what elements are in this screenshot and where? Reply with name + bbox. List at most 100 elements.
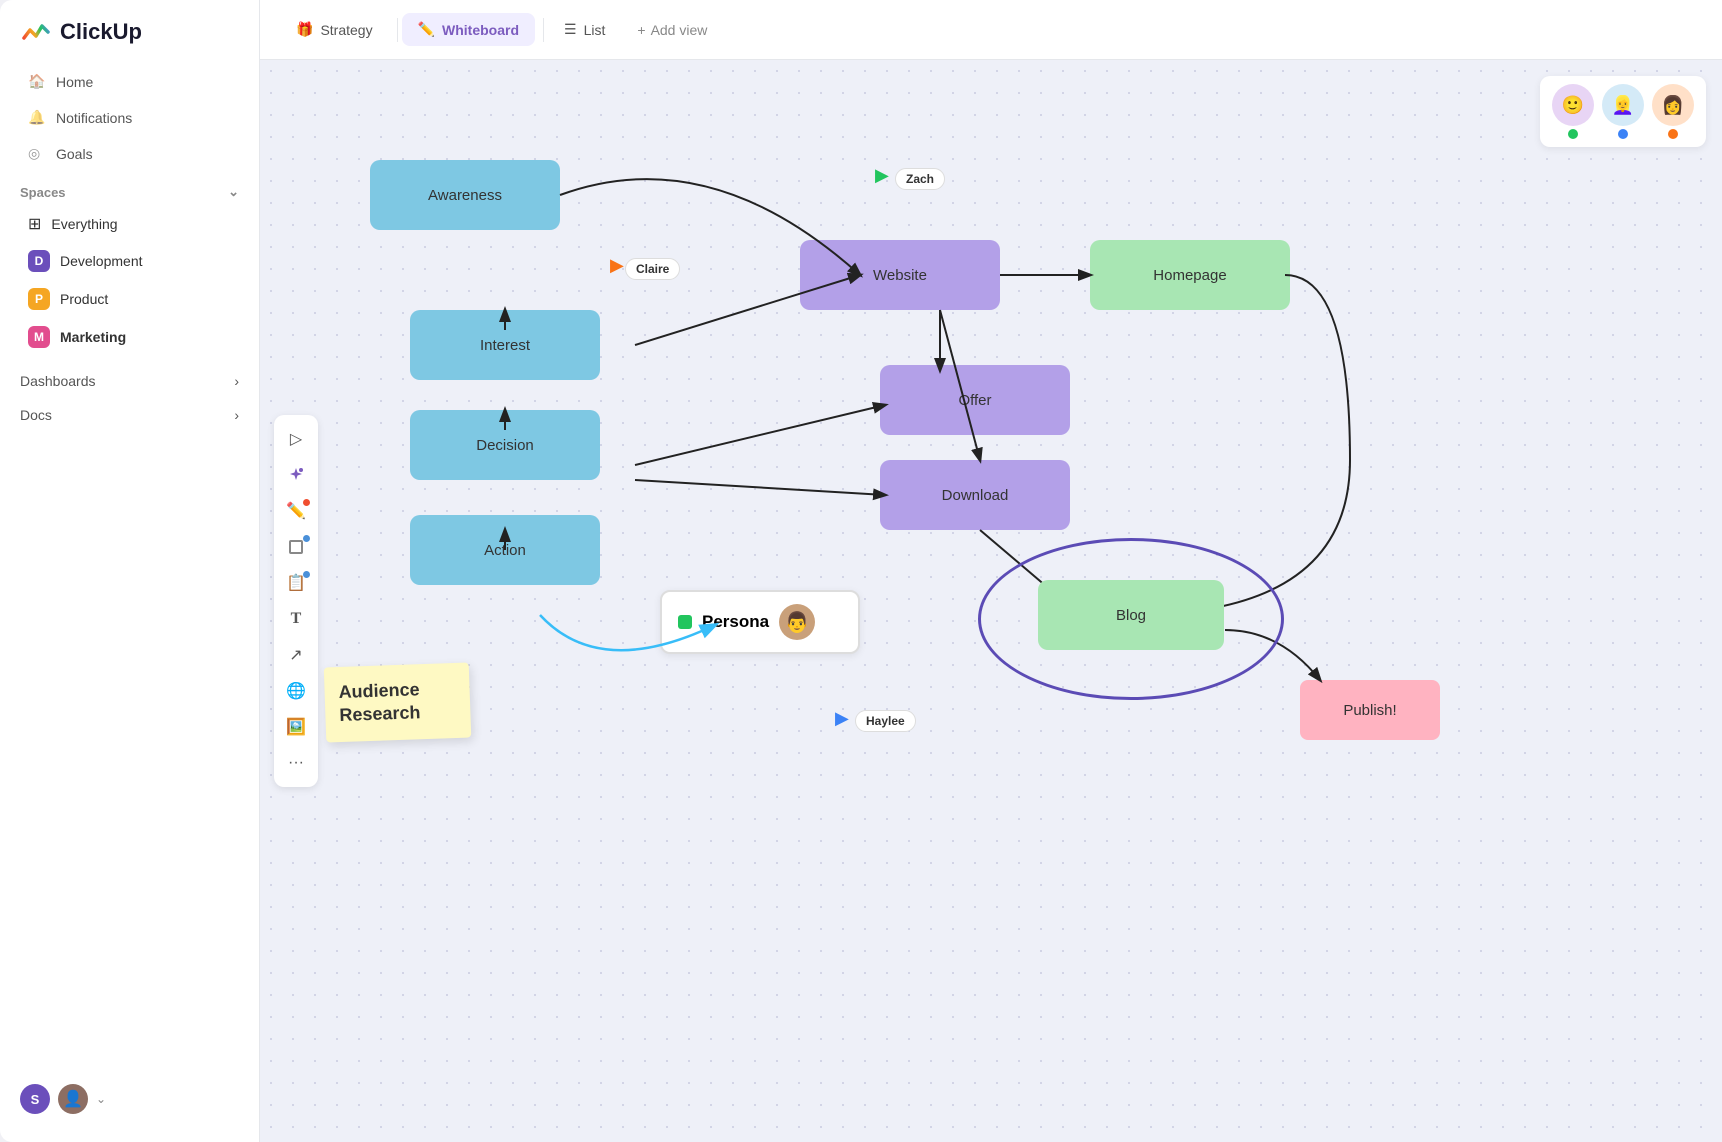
cursor-label-zach: Zach — [895, 168, 945, 190]
haylee-status-dot — [1668, 129, 1678, 139]
cursor-claire: ▶ — [610, 255, 624, 276]
sidebar-item-marketing[interactable]: M Marketing — [8, 318, 251, 356]
tab-strategy[interactable]: 🎁 Strategy — [280, 13, 389, 46]
nav-notifications-label: Notifications — [56, 110, 132, 126]
avatar-haylee: 👩 — [1652, 84, 1694, 139]
node-homepage[interactable]: Homepage — [1090, 240, 1290, 310]
strategy-icon: 🎁 — [296, 21, 313, 38]
magic-tool[interactable] — [280, 459, 312, 491]
sidebar-item-docs[interactable]: Docs › — [8, 398, 251, 432]
pen-tool[interactable]: ✏️ — [280, 495, 312, 527]
tab-whiteboard[interactable]: ✏️ Whiteboard — [402, 13, 535, 46]
whiteboard-canvas[interactable]: ▷ ✏️ 📋 T ↗ 🌐 🖼️ ··· — [260, 60, 1722, 1142]
zach-avatar: 🙂 — [1552, 84, 1594, 126]
sidebar-item-dashboards[interactable]: Dashboards › — [8, 364, 251, 398]
avatars-bar: 🙂 👱‍♀️ 👩 — [1540, 76, 1706, 147]
nav-home-label: Home — [56, 74, 93, 90]
clickup-logo-icon — [20, 16, 52, 48]
more-tool[interactable]: ··· — [280, 747, 312, 779]
sidebar-extra-sections: Dashboards › Docs › — [0, 356, 259, 440]
arrow-tool[interactable]: ↗ — [280, 639, 312, 671]
tab-list-label: List — [584, 22, 606, 38]
home-icon: 🏠 — [28, 73, 46, 91]
add-view-label: Add view — [651, 22, 708, 38]
spaces-chevron-icon[interactable]: ⌄ — [228, 184, 239, 200]
image-tool[interactable]: 🖼️ — [280, 711, 312, 743]
sticky-note-audience[interactable]: Audience Research — [324, 662, 472, 742]
whiteboard-icon: ✏️ — [418, 21, 435, 38]
development-dot: D — [28, 250, 50, 272]
add-view-button[interactable]: + Add view — [625, 14, 719, 46]
user-menu-chevron[interactable]: ⌄ — [96, 1092, 106, 1106]
dashboards-arrow-icon: › — [234, 373, 239, 389]
toolbar-left: ▷ ✏️ 📋 T ↗ 🌐 🖼️ ··· — [274, 415, 318, 787]
development-label: Development — [60, 253, 143, 269]
pen-red-dot — [303, 499, 310, 506]
shape-tool[interactable] — [280, 531, 312, 563]
logo-text: ClickUp — [60, 19, 142, 45]
persona-card[interactable]: Persona 👨 — [660, 590, 860, 654]
marketing-dot: M — [28, 326, 50, 348]
cursor-haylee: ▶ — [835, 708, 849, 729]
globe-tool[interactable]: 🌐 — [280, 675, 312, 707]
node-decision[interactable]: Decision — [410, 410, 600, 480]
persona-label: Persona — [702, 612, 769, 632]
node-interest[interactable]: Interest — [410, 310, 600, 380]
user-avatar-photo[interactable]: 👤 — [58, 1084, 88, 1114]
text-tool[interactable]: T — [280, 603, 312, 635]
avatar-zach: 🙂 — [1552, 84, 1594, 139]
persona-status-dot — [678, 615, 692, 629]
node-publish[interactable]: Publish! — [1300, 680, 1440, 740]
main-nav: 🏠 Home 🔔 Notifications ◎ Goals — [0, 64, 259, 172]
nav-notifications[interactable]: 🔔 Notifications — [8, 100, 251, 136]
marketing-label: Marketing — [60, 329, 126, 345]
sticky-note-text: Audience Research — [338, 679, 421, 725]
zach-status-dot — [1568, 129, 1578, 139]
tab-divider — [397, 18, 398, 42]
sidebar: ClickUp 🏠 Home 🔔 Notifications ◎ Goals S… — [0, 0, 260, 1142]
tab-list[interactable]: ☰ List — [548, 13, 621, 46]
docs-arrow-icon: › — [234, 407, 239, 423]
docs-label: Docs — [20, 407, 52, 423]
cursor-label-claire: Claire — [625, 258, 680, 280]
sidebar-item-product[interactable]: P Product — [8, 280, 251, 318]
bell-icon: 🔔 — [28, 109, 46, 127]
goals-icon: ◎ — [28, 145, 46, 163]
logo-area: ClickUp — [0, 16, 259, 64]
sidebar-item-development[interactable]: D Development — [8, 242, 251, 280]
node-offer[interactable]: Offer — [880, 365, 1070, 435]
node-awareness[interactable]: Awareness — [370, 160, 560, 230]
claire-avatar: 👱‍♀️ — [1602, 84, 1644, 126]
list-icon: ☰ — [564, 21, 577, 38]
product-dot: P — [28, 288, 50, 310]
everything-icon: ⊞ — [28, 214, 41, 234]
cursor-zach: ▶ — [875, 165, 889, 186]
nav-goals-label: Goals — [56, 146, 93, 162]
plus-icon: + — [637, 22, 645, 38]
dashboards-label: Dashboards — [20, 373, 96, 389]
main-content: 🎁 Strategy ✏️ Whiteboard ☰ List + Add vi… — [260, 0, 1722, 1142]
tab-divider2 — [543, 18, 544, 42]
nav-home[interactable]: 🏠 Home — [8, 64, 251, 100]
shape-blue-dot — [303, 535, 310, 542]
persona-avatar: 👨 — [779, 604, 815, 640]
everything-label: Everything — [51, 216, 117, 232]
cursor-label-haylee: Haylee — [855, 710, 916, 732]
node-website[interactable]: Website — [800, 240, 1000, 310]
sidebar-item-everything[interactable]: ⊞ Everything — [8, 206, 251, 242]
node-download[interactable]: Download — [880, 460, 1070, 530]
topbar: 🎁 Strategy ✏️ Whiteboard ☰ List + Add vi… — [260, 0, 1722, 60]
haylee-avatar: 👩 — [1652, 84, 1694, 126]
nav-goals[interactable]: ◎ Goals — [8, 136, 251, 172]
sidebar-bottom: S 👤 ⌄ — [0, 1072, 259, 1126]
node-action[interactable]: Action — [410, 515, 600, 585]
tab-strategy-label: Strategy — [320, 22, 372, 38]
note-blue-dot — [303, 571, 310, 578]
product-label: Product — [60, 291, 108, 307]
user-avatar-s[interactable]: S — [20, 1084, 50, 1114]
node-blog[interactable]: Blog — [1038, 580, 1224, 650]
note-tool[interactable]: 📋 — [280, 567, 312, 599]
claire-status-dot — [1618, 129, 1628, 139]
select-tool[interactable]: ▷ — [280, 423, 312, 455]
spaces-header: Spaces ⌄ — [0, 172, 259, 206]
